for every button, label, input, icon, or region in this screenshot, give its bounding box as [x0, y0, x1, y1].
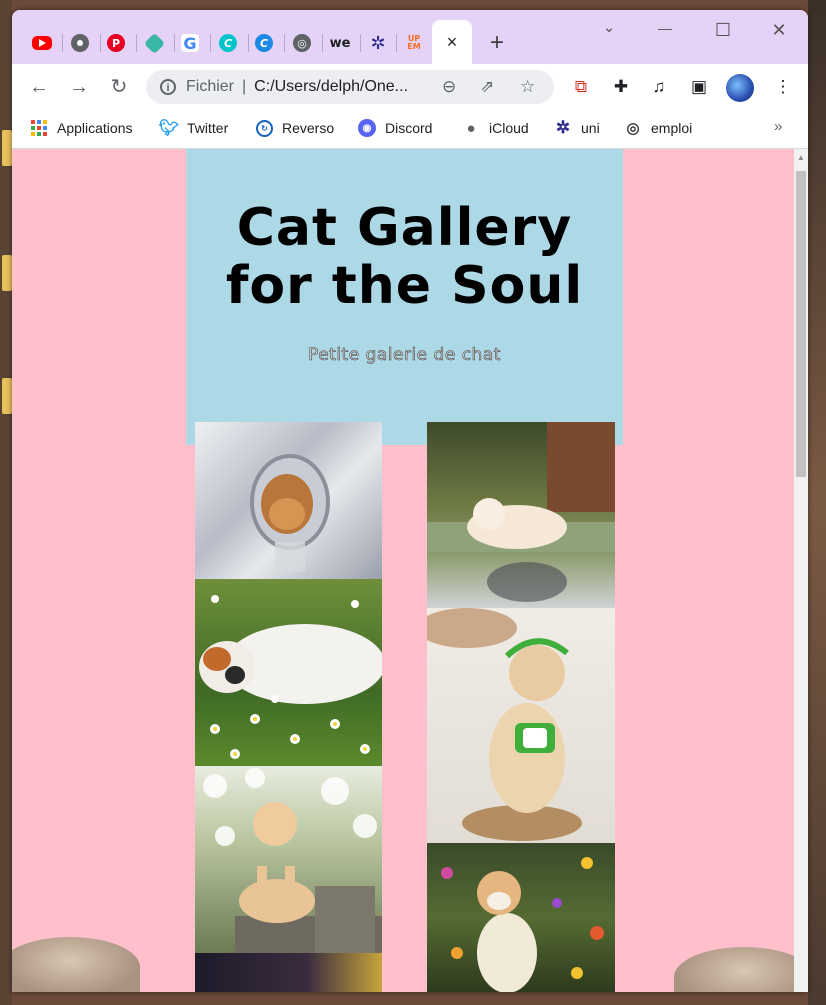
bookmark-twitter[interactable]: 🐦︎ Twitter: [158, 118, 229, 138]
page-scrollbar[interactable]: ▲: [794, 149, 808, 992]
canva-icon: C: [219, 34, 237, 52]
info-icon[interactable]: i: [160, 79, 176, 95]
address-bar[interactable]: i Fichier | C:/Users/delph/One... ⊖ ⇗ ☆: [146, 70, 554, 104]
zoom-icon[interactable]: ⊖: [442, 77, 456, 97]
bookmark-applications[interactable]: Applications: [30, 118, 133, 138]
address-url[interactable]: C:/Users/delph/One...: [254, 78, 408, 96]
bookmark-icloud[interactable]: ● iCloud: [462, 118, 529, 138]
desktop-folder-icon[interactable]: [2, 130, 12, 166]
discord-icon: ◉: [358, 119, 376, 137]
apps-grid-icon: [30, 119, 48, 137]
browser-window: P G C C ◎ we ✲ UP EM × + ⌄ — ☐ ✕ ← → ↻ i…: [12, 10, 808, 992]
upem-icon: UP EM: [407, 34, 421, 51]
bookmark-label: Applications: [57, 120, 133, 136]
cat-on-fence-blossoms-photo: [195, 766, 382, 953]
extension-icon[interactable]: ⧉: [570, 76, 592, 98]
tab-tag[interactable]: [136, 30, 172, 56]
uni-icon: ✲: [555, 118, 571, 137]
globe-icon: ◎: [626, 120, 640, 137]
tab-canva-2[interactable]: C: [246, 30, 282, 56]
bookmark-label: Discord: [385, 120, 433, 136]
title-line-2: for the Soul: [225, 256, 584, 316]
bookmark-emploi[interactable]: ◎ emploi: [624, 118, 692, 138]
we-icon: we: [329, 35, 351, 51]
tab-search-button[interactable]: ⌄: [594, 18, 624, 36]
bookmark-label: Twitter: [187, 120, 229, 136]
tab-canva-1[interactable]: C: [210, 30, 246, 56]
forward-button[interactable]: →: [66, 74, 92, 100]
reload-button[interactable]: ↻: [106, 74, 132, 100]
tab-upem[interactable]: UP EM: [396, 30, 432, 56]
calico-cat-in-daisies-photo: [195, 579, 382, 766]
desktop-folder-icon[interactable]: [2, 378, 12, 414]
address-separator: |: [242, 78, 247, 95]
bookmark-label: iCloud: [489, 120, 529, 136]
dark-photo-partial: [195, 953, 382, 992]
bookmark-star-icon[interactable]: ☆: [520, 77, 535, 97]
page-viewport: Cat Gallery for the Soul Petite galerie …: [12, 149, 794, 992]
tab-active[interactable]: ×: [432, 20, 472, 64]
pinterest-icon: P: [107, 34, 125, 52]
apple-icon: ●: [466, 119, 476, 137]
canva-icon: C: [255, 34, 273, 52]
share-icon[interactable]: ⇗: [480, 77, 494, 97]
reverso-icon: ↻: [256, 119, 273, 137]
new-tab-button[interactable]: +: [490, 30, 504, 56]
bookmark-reverso[interactable]: ↻ Reverso: [256, 118, 334, 138]
cat-in-mirror-photo: [195, 422, 382, 579]
menu-kebab-icon[interactable]: ⋮: [772, 76, 794, 98]
address-scheme-label: Fichier: [186, 78, 235, 95]
tab-strip: P G C C ◎ we ✲ UP EM × + ⌄ — ☐ ✕: [12, 10, 808, 64]
cat-paw-right-decoration: [674, 947, 794, 992]
youtube-icon: [32, 36, 52, 50]
minimize-button[interactable]: —: [650, 20, 680, 36]
close-tab-icon[interactable]: ×: [447, 32, 458, 53]
tab-chrome[interactable]: [62, 30, 98, 56]
cat-paw-left-decoration: [12, 937, 140, 992]
tab-google[interactable]: G: [172, 30, 208, 56]
scroll-thumb[interactable]: [796, 171, 806, 477]
page-header: Cat Gallery for the Soul Petite galerie …: [186, 149, 623, 445]
tab-youtube[interactable]: [24, 30, 60, 56]
back-button[interactable]: ←: [26, 74, 52, 100]
puzzle-icon[interactable]: ✚: [610, 76, 632, 98]
tab-we[interactable]: we: [322, 30, 358, 56]
scroll-up-icon[interactable]: ▲: [797, 153, 805, 162]
bookmark-discord[interactable]: ◉ Discord: [358, 118, 432, 138]
bookmarks-bar: Applications 🐦︎ Twitter ↻ Reverso ◉ Disc…: [12, 110, 808, 149]
close-window-button[interactable]: ✕: [764, 20, 794, 41]
desktop-right-edge: [808, 0, 826, 1005]
bookmark-label: uni: [581, 120, 600, 136]
uni-icon: ✲: [370, 32, 386, 54]
bookmarks-overflow-button[interactable]: »: [774, 118, 782, 135]
tag-icon: [143, 32, 165, 54]
avatar[interactable]: [726, 74, 754, 102]
browser-toolbar: ← → ↻ i Fichier | C:/Users/delph/One... …: [12, 64, 808, 110]
cat-in-flowers-photo: [427, 843, 615, 992]
google-icon: G: [181, 34, 199, 53]
chrome-icon: [71, 34, 89, 52]
page-subtitle: Petite galerie de chat: [308, 345, 501, 366]
bookmark-uni[interactable]: ✲ uni: [554, 118, 600, 138]
side-panel-icon[interactable]: ▣: [688, 76, 710, 98]
tab-uni[interactable]: ✲: [360, 30, 396, 56]
cat-sunbathing-photo: [427, 422, 615, 608]
title-line-1: Cat Gallery: [236, 198, 573, 258]
tab-pinterest[interactable]: P: [98, 30, 134, 56]
page-title: Cat Gallery for the Soul: [186, 199, 623, 315]
media-control-icon[interactable]: ♫: [648, 76, 670, 98]
tab-globe[interactable]: ◎: [284, 30, 320, 56]
globe-icon: ◎: [293, 34, 311, 52]
maximize-button[interactable]: ☐: [708, 20, 738, 41]
bookmark-label: emploi: [651, 120, 693, 136]
cat-with-visor-photo: [427, 608, 615, 843]
bookmark-label: Reverso: [282, 120, 335, 136]
desktop-folder-icon[interactable]: [2, 255, 12, 291]
twitter-icon: 🐦︎: [158, 120, 180, 137]
